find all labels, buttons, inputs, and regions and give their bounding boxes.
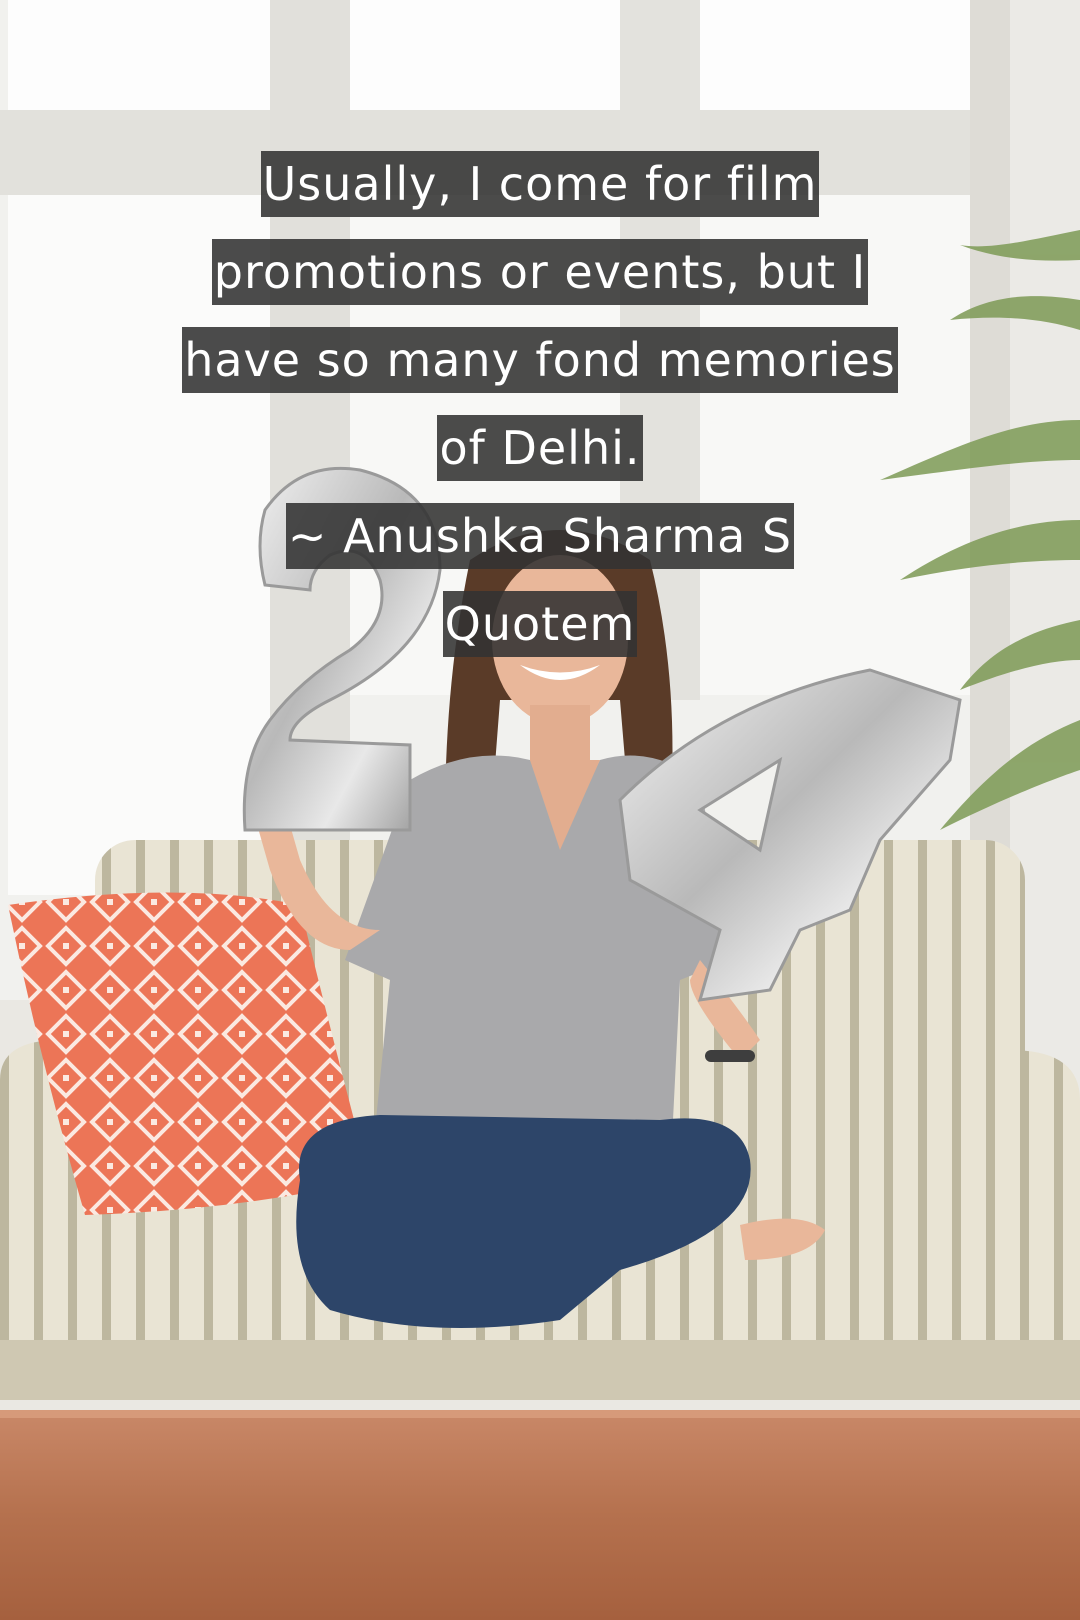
quote-attribution-source: Quotem (0, 591, 1080, 657)
table (0, 1410, 1080, 1620)
quote-image: Usually, I come for film promotions or e… (0, 0, 1080, 1620)
quote-line-3: have so many fond memories (0, 327, 1080, 393)
quote-line-2: promotions or events, but I (0, 239, 1080, 305)
quote-line-1: Usually, I come for film (0, 151, 1080, 217)
quote-attribution: ~ Anushka Sharma S (0, 503, 1080, 569)
quote-line-4: of Delhi. (0, 415, 1080, 481)
